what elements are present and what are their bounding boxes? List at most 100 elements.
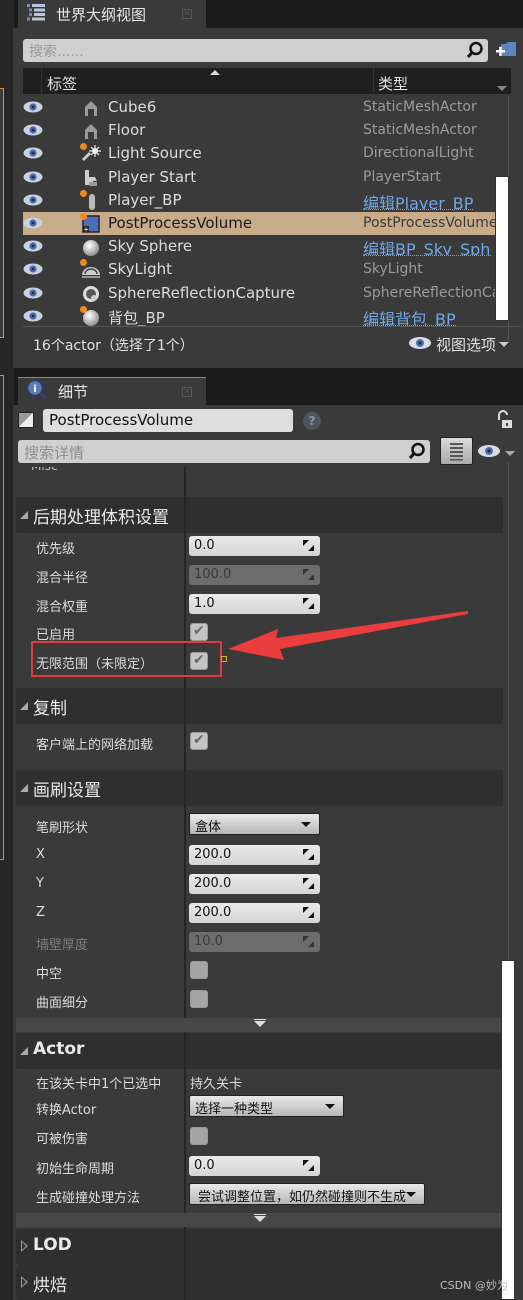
drag-spin-icon <box>303 849 314 860</box>
outliner-row[interactable]: Player Start PlayerStart <box>23 166 501 189</box>
column-splitter <box>184 497 186 533</box>
visibility-eye-icon[interactable] <box>23 147 43 163</box>
visibility-filter-eye-icon[interactable] <box>477 444 501 462</box>
edit-blueprint-link[interactable]: 编辑BP_Sky_Sphere <box>363 236 491 257</box>
actor-type: SphereReflectionCapture <box>363 284 501 301</box>
category-misc-partial[interactable]: Misc <box>31 467 58 473</box>
outliner-row[interactable]: 背包_BP 编辑背包_BP <box>23 305 501 326</box>
outliner-row[interactable]: Sky Sphere 编辑BP_Sky_Sphere <box>23 235 501 258</box>
brush-shape-dropdown[interactable]: 盒体 <box>189 813 320 835</box>
visibility-eye-icon[interactable] <box>23 287 43 303</box>
tab-title: 细节 <box>58 383 89 401</box>
visibility-eye-icon[interactable] <box>23 310 43 326</box>
chevron-down-icon <box>254 1021 266 1027</box>
list-icon <box>26 3 46 25</box>
prop-label-initial-life-span: 初始生命周期 <box>36 1162 115 1177</box>
brush-y-input[interactable]: 200.0 <box>189 874 320 894</box>
column-menu-icon[interactable] <box>497 86 507 91</box>
chevron-down-icon <box>406 1192 416 1197</box>
chevron-down-icon <box>301 822 311 827</box>
create-folder-icon[interactable] <box>496 40 518 64</box>
edit-blueprint-link[interactable]: 编辑Player_BP <box>363 190 474 210</box>
actor-type: SkyLight <box>363 261 423 278</box>
category-replication[interactable]: 复制 <box>16 688 503 724</box>
convert-actor-dropdown[interactable]: 选择一种类型 <box>189 1095 344 1117</box>
expand-line-icon <box>254 1214 266 1215</box>
details-scroll-track <box>508 462 509 962</box>
advanced-expand-bar[interactable] <box>16 1018 502 1032</box>
view-options-button[interactable]: 视图选项 <box>408 334 510 355</box>
edit-blueprint-link[interactable]: 编辑背包_BP <box>363 306 456 326</box>
outliner-row[interactable]: Cube6 StaticMeshActor <box>23 96 501 119</box>
column-splitter <box>184 1265 186 1300</box>
tab-world-outliner[interactable]: 世界大纲视图 ✕ <box>18 0 206 28</box>
player-start-icon <box>81 168 101 188</box>
column-header-label[interactable]: 标签 <box>47 73 77 94</box>
priority-input[interactable]: 0.0 <box>189 536 320 556</box>
column-splitter <box>184 688 186 724</box>
category-brush-settings[interactable]: 画刷设置 <box>16 770 503 806</box>
reset-to-default-icon[interactable] <box>221 656 227 662</box>
details-scrollbar[interactable] <box>501 960 515 1300</box>
visibility-eye-icon[interactable] <box>23 124 43 140</box>
enabled-checkbox[interactable]: ✔ <box>190 623 208 641</box>
expanded-arrow-icon <box>20 702 28 710</box>
outliner-row[interactable]: SkyLight SkyLight <box>23 258 501 281</box>
category-actor[interactable]: Actor <box>16 1033 503 1069</box>
tessellated-checkbox[interactable] <box>190 990 208 1008</box>
prop-label-blend-weight: 混合权重 <box>36 600 89 615</box>
visibility-eye-icon[interactable] <box>23 240 43 256</box>
visibility-eye-icon[interactable] <box>23 171 43 187</box>
brush-x-input[interactable]: 200.0 <box>189 845 320 865</box>
column-header-type[interactable]: 类型 <box>378 73 408 94</box>
column-splitter <box>184 770 186 806</box>
outliner-row[interactable]: Player_BP 编辑Player_BP <box>23 189 501 212</box>
actor-count-status: 16个actor（选择了1个） <box>33 338 194 354</box>
outliner-scrollbar[interactable] <box>495 176 509 321</box>
unlock-icon[interactable] <box>497 410 513 434</box>
advanced-expand-bar[interactable] <box>16 1213 502 1227</box>
svg-text:+: + <box>83 225 89 233</box>
can-be-damaged-checkbox[interactable] <box>190 1127 208 1145</box>
category-title: 烘焙 <box>33 1276 67 1296</box>
close-tab-icon[interactable]: ✕ <box>182 9 192 19</box>
visibility-eye-icon[interactable] <box>23 194 43 210</box>
column-splitter <box>184 1033 186 1069</box>
property-matrix-button[interactable] <box>440 437 473 465</box>
category-lod[interactable]: LOD <box>16 1229 503 1265</box>
chevron-down-icon <box>499 342 510 347</box>
actor-type: DirectionalLight <box>363 145 474 162</box>
help-icon[interactable]: ? <box>303 412 321 430</box>
column-splitter[interactable] <box>184 467 186 1300</box>
actor-type: PostProcessVolume <box>363 214 498 231</box>
outliner-row[interactable]: Light Source DirectionalLight <box>23 142 501 165</box>
checkmark-icon: ✔ <box>193 732 205 748</box>
brush-z-input[interactable]: 200.0 <box>189 903 320 923</box>
category-title: 画刷设置 <box>33 781 101 801</box>
visibility-eye-icon[interactable] <box>23 217 43 233</box>
hollow-checkbox[interactable] <box>190 961 208 979</box>
object-name-input[interactable]: PostProcessVolume <box>43 409 293 432</box>
outliner-search-input[interactable]: 搜索...... <box>23 39 488 62</box>
divider <box>23 326 521 327</box>
movable-indicator-icon <box>80 212 87 220</box>
details-search-input[interactable]: 搜索详情 <box>18 440 430 463</box>
initial-life-span-input[interactable]: 0.0 <box>189 1156 320 1176</box>
visibility-eye-icon[interactable] <box>23 263 43 279</box>
category-post-process-volume-settings[interactable]: 后期处理体积设置 <box>16 497 503 533</box>
visibility-eye-icon[interactable] <box>23 101 43 117</box>
annotation-highlight-box <box>31 641 222 677</box>
tab-details[interactable]: i 细节 ✕ <box>18 377 206 405</box>
actor-name: Player Start <box>108 167 197 186</box>
chevron-down-icon[interactable] <box>505 451 515 456</box>
spawn-collision-dropdown[interactable]: 尝试调整位置，如仍然碰撞则不生成 <box>189 1183 425 1205</box>
net-load-on-client-checkbox[interactable]: ✔ <box>190 732 208 750</box>
prop-label-net-load-on-client: 客户端上的网络加载 <box>36 738 154 753</box>
outliner-row[interactable]: Floor StaticMeshActor <box>23 119 501 142</box>
outliner-row[interactable]: + PostProcessVolume PostProcessVolume <box>23 211 501 236</box>
drag-spin-icon <box>303 907 314 918</box>
outliner-row[interactable]: SphereReflectionCapture SphereReflectionC… <box>23 282 501 305</box>
category-baking[interactable]: 烘焙 <box>16 1265 503 1300</box>
actor-name: Cube6 <box>108 98 157 116</box>
close-tab-icon[interactable]: ✕ <box>182 387 192 397</box>
